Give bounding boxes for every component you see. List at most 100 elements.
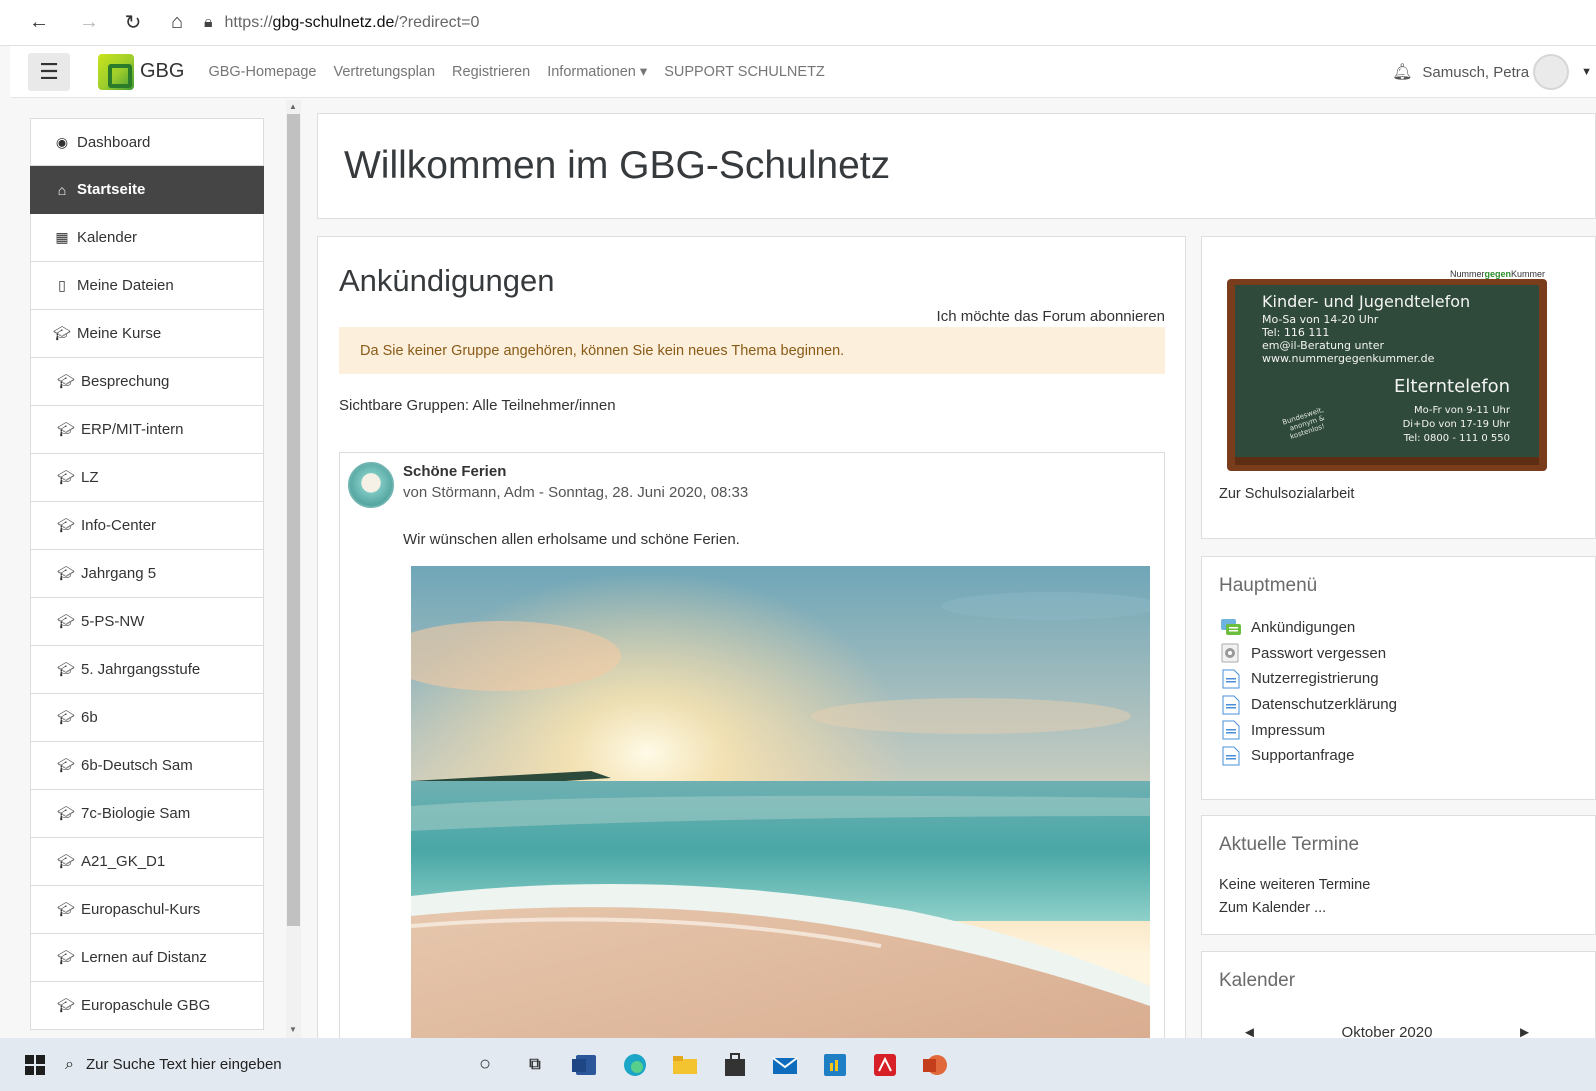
sidebar-item-meine-dateien[interactable]: ▯ Meine Dateien (30, 262, 264, 310)
chalk-line: em@il-Beratung unter (1262, 339, 1385, 352)
page-icon (1219, 668, 1243, 690)
notification-bell-icon[interactable]: 🔔︎ (1392, 62, 1412, 82)
nav-link-vertretungsplan[interactable]: Vertretungsplan (333, 64, 435, 80)
no-events-text: Keine weiteren Termine (1219, 877, 1371, 893)
scrollbar-thumb[interactable] (287, 114, 300, 926)
sidebar-item-course[interactable]: 🎓︎ ERP/MIT-intern (30, 406, 264, 454)
app-icon[interactable] (815, 1045, 855, 1085)
menu-item-label: Nutzerregistrierung (1251, 670, 1379, 688)
address-bar[interactable]: 🔒︎ https://gbg-schulnetz.de/?redirect=0 (204, 14, 479, 32)
nav-dropdown-informationen[interactable]: Informationen ▾ (547, 64, 647, 80)
menu-item-ankuendigungen[interactable]: Ankündigungen (1219, 615, 1397, 641)
page-icon (1219, 745, 1243, 767)
sidebar-item-kalender[interactable]: ▦ Kalender (30, 214, 264, 262)
menu-item-label: Datenschutzerklärung (1251, 696, 1397, 714)
sidebar-item-course[interactable]: 🎓︎ 5. Jahrgangsstufe (30, 646, 264, 694)
powerpoint-icon[interactable] (915, 1045, 955, 1085)
sidebar-item-course[interactable]: 🎓︎ Besprechung (30, 358, 264, 406)
taskbar-search[interactable]: ⌕ Zur Suche Text hier eingeben (65, 1045, 405, 1085)
brand-text: NummergegenKummer (1450, 269, 1545, 279)
post-subject[interactable]: Schöne Ferien (403, 463, 506, 480)
beach-sunset-image (411, 566, 1150, 1055)
chalk-line: Mo-Sa von 14-20 Uhr (1262, 313, 1379, 326)
menu-item-label: Passwort vergessen (1251, 644, 1387, 662)
menu-toggle-icon[interactable]: ☰ (28, 52, 70, 91)
sidebar-item-course[interactable]: 🎓︎ Jahrgang 5 (30, 550, 264, 598)
chalk-line: Tel: 0800 - 111 0 550 (1403, 433, 1510, 444)
menu-item-nutzerregistrierung[interactable]: Nutzerregistrierung (1219, 666, 1397, 692)
task-view-icon[interactable]: ⧉ (515, 1045, 555, 1085)
schulsozialarbeit-link[interactable]: Zur Schulsozialarbeit (1219, 486, 1354, 502)
mail-icon[interactable] (765, 1045, 805, 1085)
nav-link-support[interactable]: SUPPORT SCHULNETZ (664, 64, 825, 80)
graduation-cap-icon: 🎓︎ (57, 805, 75, 821)
user-name[interactable]: Samusch, Petra (1422, 64, 1529, 81)
sidebar-item-label: LZ (81, 469, 99, 486)
graduation-cap-icon: 🎓︎ (53, 325, 71, 341)
sidebar-item-dashboard[interactable]: ◉ Dashboard (30, 118, 264, 166)
sidebar-item-course[interactable]: 🎓︎ Europaschul-Kurs (30, 886, 264, 934)
site-name[interactable]: GBG (140, 60, 184, 83)
sidebar-item-label: Meine Kurse (77, 325, 162, 342)
block-title: Hauptmenü (1219, 575, 1318, 596)
chevron-down-icon[interactable]: ▼ (1581, 66, 1592, 78)
block-title: Aktuelle Termine (1219, 834, 1360, 855)
sidebar-scrollbar[interactable]: ▲ ▼ (286, 100, 301, 1040)
browser-toolbar: ← → ↻ ⌂ 🔒︎ https://gbg-schulnetz.de/?red… (0, 0, 1596, 46)
forum-post: Schöne Ferien von Störmann, Adm - Sonnta… (339, 452, 1165, 1055)
refresh-icon[interactable]: ↻ (118, 8, 148, 38)
home-icon[interactable]: ⌂ (162, 8, 192, 38)
visible-groups: Sichtbare Gruppen: Alle Teilnehmer/innen (339, 397, 616, 414)
sidebar-item-course[interactable]: 🎓︎ 6b (30, 694, 264, 742)
author-avatar[interactable] (348, 462, 394, 508)
sidebar-item-meine-kurse[interactable]: 🎓︎ Meine Kurse (30, 310, 264, 358)
sidebar-item-course[interactable]: 🎓︎ Info-Center (30, 502, 264, 550)
sidebar-item-label: 5. Jahrgangsstufe (81, 661, 201, 678)
back-icon[interactable]: ← (24, 8, 54, 38)
site-logo[interactable] (98, 53, 134, 90)
menu-item-passwort[interactable]: Passwort vergessen (1219, 641, 1397, 667)
sidebar-item-course[interactable]: 🎓︎ LZ (30, 454, 264, 502)
sidebar-item-course[interactable]: 🎓︎ 5-PS-NW (30, 598, 264, 646)
menu-item-supportanfrage[interactable]: Supportanfrage (1219, 743, 1397, 769)
menu-item-label: Impressum (1251, 721, 1326, 739)
word-icon[interactable] (565, 1045, 605, 1085)
nav-link-registrieren[interactable]: Registrieren (452, 64, 530, 80)
graduation-cap-icon: 🎓︎ (57, 709, 75, 725)
sidebar-item-startseite[interactable]: ⌂ Startseite (30, 166, 264, 214)
cortana-icon[interactable]: ○ (465, 1045, 505, 1085)
post-author: von Störmann, Adm - Sonntag, 28. Juni 20… (403, 484, 749, 501)
beach-sunset-illustration (411, 566, 1150, 1055)
acrobat-icon[interactable] (865, 1045, 905, 1085)
menu-item-impressum[interactable]: Impressum (1219, 717, 1397, 743)
calendar-link[interactable]: Zum Kalender ... (1219, 900, 1326, 916)
user-avatar[interactable] (1533, 54, 1570, 90)
sidebar-item-course[interactable]: 🎓︎ Europaschule GBG (30, 982, 264, 1030)
sidebar-item-course[interactable]: 🎓︎ A21_GK_D1 (30, 838, 264, 886)
graduation-cap-icon: 🎓︎ (57, 373, 75, 389)
file-explorer-icon[interactable] (665, 1045, 705, 1085)
sidebar-item-course[interactable]: 🎓︎ 7c-Biologie Sam (30, 790, 264, 838)
sidebar-item-label: A21_GK_D1 (81, 853, 166, 870)
block-upcoming-events: Aktuelle Termine Keine weiteren Termine … (1201, 815, 1596, 935)
sidebar-item-course[interactable]: 🎓︎ 6b-Deutsch Sam (30, 742, 264, 790)
sidebar-item-label: Meine Dateien (77, 277, 174, 294)
forward-icon[interactable]: → (74, 8, 104, 38)
chalkboard-image[interactable]: NummergegenKummer Kinder- und Jugendtele… (1227, 267, 1547, 477)
scroll-down-icon[interactable]: ▼ (289, 1025, 297, 1034)
edge-icon[interactable] (615, 1045, 655, 1085)
store-icon[interactable] (715, 1045, 755, 1085)
subscribe-link[interactable]: Ich möchte das Forum abonnieren (937, 308, 1165, 325)
menu-item-datenschutz[interactable]: Datenschutzerklärung (1219, 692, 1397, 718)
windows-start-icon[interactable] (25, 1054, 45, 1075)
graduation-cap-icon: 🎓︎ (57, 853, 75, 869)
scroll-up-icon[interactable]: ▲ (289, 102, 297, 111)
nav-link-homepage[interactable]: GBG-Homepage (208, 64, 316, 80)
graduation-cap-icon: 🎓︎ (57, 901, 75, 917)
home-icon: ⌂ (57, 181, 67, 198)
graduation-cap-icon: 🎓︎ (57, 757, 75, 773)
sidebar-item-course[interactable]: 🎓︎ Lernen auf Distanz (30, 934, 264, 982)
file-icon: ▯ (58, 277, 66, 293)
site-navbar: ☰ GBG GBG-Homepage Vertretungsplan Regis… (10, 46, 1596, 98)
forum-section: Ankündigungen Ich möchte das Forum abonn… (317, 236, 1186, 1056)
